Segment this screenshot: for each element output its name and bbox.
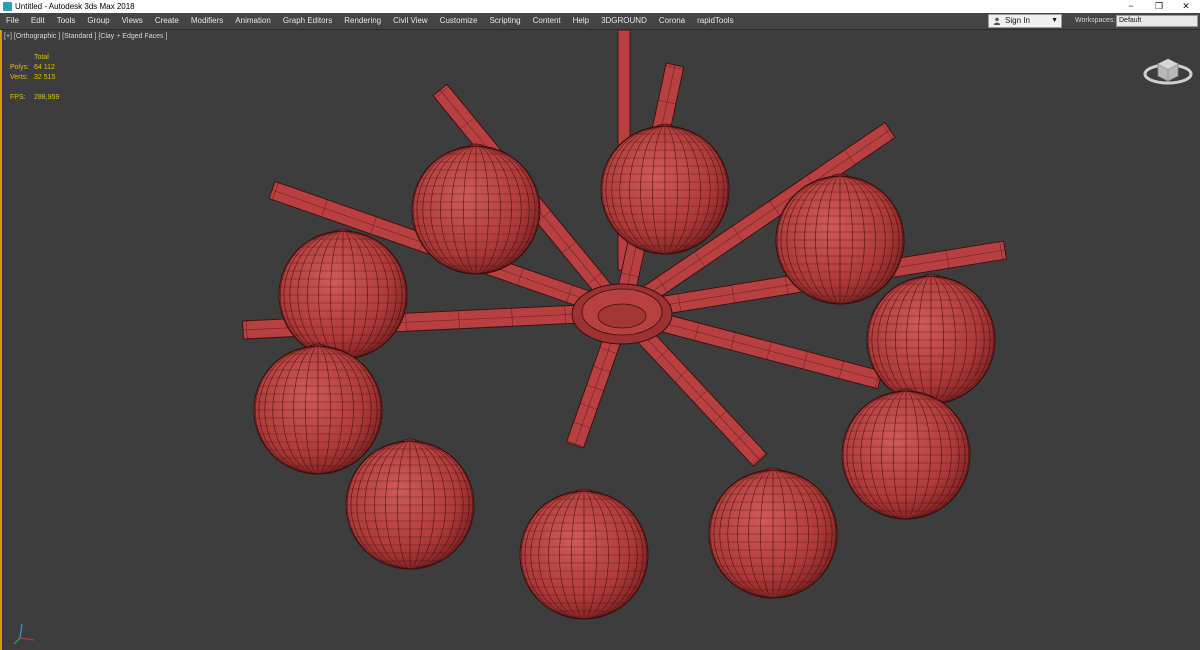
menu-tools[interactable]: Tools bbox=[51, 13, 82, 29]
glass-globe bbox=[841, 388, 971, 520]
viewcube-icon[interactable] bbox=[1142, 52, 1194, 88]
glass-globe bbox=[345, 438, 475, 570]
workspaces-label: Workspaces: bbox=[1075, 17, 1116, 24]
verts-label: Verts: bbox=[10, 74, 28, 81]
maximize-button[interactable]: ❐ bbox=[1145, 0, 1173, 13]
close-button[interactable]: ✕ bbox=[1172, 0, 1200, 13]
menu-customize[interactable]: Customize bbox=[434, 13, 484, 29]
active-viewport-border bbox=[0, 30, 2, 650]
menu-file[interactable]: File bbox=[0, 13, 25, 29]
verts-value: 32 515 bbox=[34, 74, 56, 81]
polys-value: 64 112 bbox=[34, 64, 55, 71]
window-title: Untitled - Autodesk 3ds Max 2018 bbox=[15, 2, 135, 11]
workspaces-select[interactable]: Default bbox=[1116, 15, 1198, 27]
menu-rapidtools[interactable]: rapidTools bbox=[691, 13, 739, 29]
user-icon bbox=[993, 17, 1001, 25]
menu-content[interactable]: Content bbox=[527, 13, 567, 29]
menu-help[interactable]: Help bbox=[567, 13, 595, 29]
glass-globe bbox=[278, 228, 408, 360]
glass-globe bbox=[411, 143, 541, 275]
minimize-button[interactable]: − bbox=[1117, 0, 1145, 13]
menu-group[interactable]: Group bbox=[81, 13, 115, 29]
menu-views[interactable]: Views bbox=[116, 13, 149, 29]
menu-animation[interactable]: Animation bbox=[229, 13, 277, 29]
stats-header: Total bbox=[34, 54, 49, 61]
glass-globe bbox=[708, 467, 838, 599]
sign-in-dropdown[interactable]: Sign In ▼ bbox=[988, 14, 1062, 28]
polys-label: Polys: bbox=[10, 64, 30, 71]
menu-civil-view[interactable]: Civil View bbox=[387, 13, 434, 29]
menu-edit[interactable]: Edit bbox=[25, 13, 51, 29]
menu-bar: File Edit Tools Group Views Create Modifiers An… bbox=[0, 13, 1200, 30]
chandelier-model[interactable] bbox=[0, 30, 1200, 650]
glass-globe bbox=[866, 273, 996, 405]
menu-scripting[interactable]: Scripting bbox=[483, 13, 526, 29]
fps-value: 288,959 bbox=[34, 94, 60, 101]
glass-globe bbox=[519, 488, 649, 620]
menu-modifiers[interactable]: Modifiers bbox=[185, 13, 229, 29]
app-icon bbox=[3, 2, 12, 11]
glass-globe bbox=[253, 343, 383, 475]
viewport-label[interactable]: [+] [Orthographic ] [Standard ] [Clay + … bbox=[4, 33, 167, 40]
menu-rendering[interactable]: Rendering bbox=[338, 13, 387, 29]
menu-graph-editors[interactable]: Graph Editors bbox=[277, 13, 338, 29]
menu-3dground[interactable]: 3DGROUND bbox=[595, 13, 653, 29]
menu-items: File Edit Tools Group Views Create Modifiers An… bbox=[0, 13, 740, 29]
menu-create[interactable]: Create bbox=[149, 13, 185, 29]
perspective-viewport[interactable]: [+] [Orthographic ] [Standard ] [Clay + … bbox=[0, 30, 1200, 650]
chevron-down-icon: ▼ bbox=[1051, 17, 1058, 24]
title-bar: Untitled - Autodesk 3ds Max 2018 − ❐ ✕ bbox=[0, 0, 1200, 13]
workspaces-value: Default bbox=[1119, 17, 1142, 24]
axis-tripod-icon bbox=[13, 623, 35, 645]
sign-in-label: Sign In bbox=[1005, 16, 1030, 25]
menu-corona[interactable]: Corona bbox=[653, 13, 691, 29]
fps-label: FPS: bbox=[10, 94, 26, 101]
chandelier-hub bbox=[571, 283, 673, 345]
